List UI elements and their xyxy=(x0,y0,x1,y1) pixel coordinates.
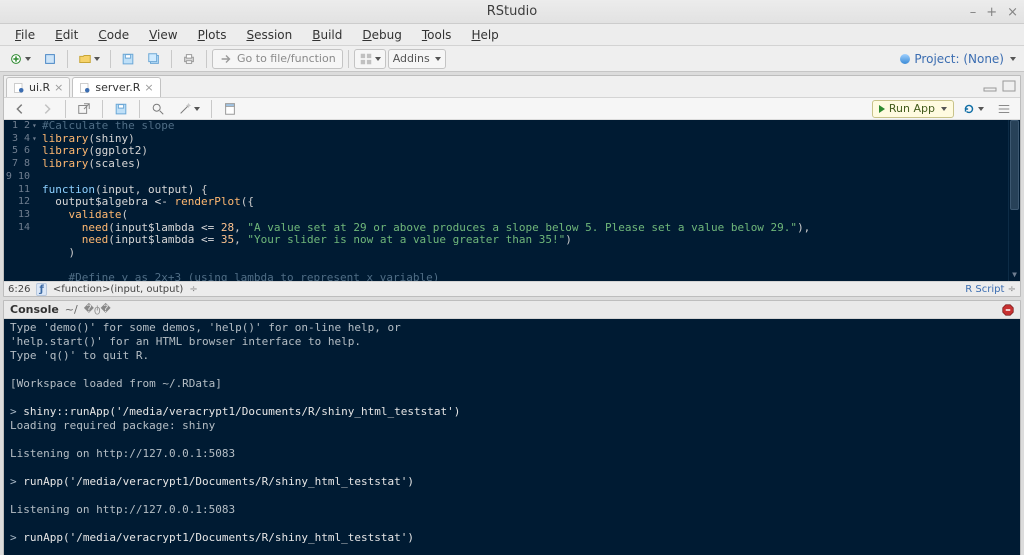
tab-ui-r[interactable]: ui.R × xyxy=(6,77,70,97)
pane-area: ui.R × server.R × xyxy=(0,72,1024,555)
console-stop-button[interactable] xyxy=(1002,304,1014,316)
source-toolbar: Run App xyxy=(4,98,1020,120)
scope-flag-icon: ƒ xyxy=(36,283,46,296)
window-controls: – + × xyxy=(970,0,1018,24)
menu-help[interactable]: Help xyxy=(462,25,507,45)
find-button[interactable] xyxy=(146,99,170,119)
menu-build[interactable]: Build xyxy=(303,25,351,45)
wand-icon xyxy=(178,102,192,116)
report-button[interactable] xyxy=(218,99,242,119)
console-pane: Console ~/ �ტ� Type 'demo()' for some de… xyxy=(3,300,1021,555)
new-file-button[interactable] xyxy=(4,49,36,69)
main-toolbar: Go to file/function Addins Project: (Non… xyxy=(0,46,1024,72)
print-button[interactable] xyxy=(177,49,201,69)
rfile-icon xyxy=(13,82,25,94)
rfile-icon xyxy=(79,82,91,94)
menu-edit[interactable]: Edit xyxy=(46,25,87,45)
popout-icon xyxy=(77,102,91,116)
scroll-thumb[interactable] xyxy=(1010,120,1019,210)
scope-label: <function>(input, output) xyxy=(53,284,183,295)
tab-server-r[interactable]: server.R × xyxy=(72,77,160,97)
grid-button[interactable] xyxy=(354,49,386,69)
goto-placeholder: Go to file/function xyxy=(237,52,336,65)
new-file-icon xyxy=(9,52,23,66)
new-project-button[interactable] xyxy=(38,49,62,69)
console-clear-icon[interactable]: �ტ� xyxy=(84,304,111,315)
grid-icon xyxy=(359,52,373,66)
wand-button[interactable] xyxy=(173,99,205,119)
menu-session[interactable]: Session xyxy=(237,25,301,45)
run-app-label: Run App xyxy=(889,102,935,115)
nav-fwd-button[interactable] xyxy=(35,99,59,119)
show-in-new-button[interactable] xyxy=(72,99,96,119)
menu-view[interactable]: View xyxy=(140,25,186,45)
open-file-button[interactable] xyxy=(73,49,105,69)
tab-close-icon[interactable]: × xyxy=(144,81,153,94)
floppy-all-icon xyxy=(147,52,161,66)
editor-scrollbar[interactable]: ▲ ▼ xyxy=(1008,120,1020,281)
stop-icon xyxy=(1002,304,1014,316)
scroll-down-icon[interactable]: ▼ xyxy=(1009,269,1020,281)
arrow-right-icon xyxy=(40,102,54,116)
console-title: Console xyxy=(10,303,59,316)
source-save-button[interactable] xyxy=(109,99,133,119)
minimize-icon[interactable]: – xyxy=(970,5,977,20)
menu-plots[interactable]: Plots xyxy=(189,25,236,45)
save-all-button[interactable] xyxy=(142,49,166,69)
addins-label: Addins xyxy=(393,52,430,65)
maximize-icon[interactable]: + xyxy=(986,5,997,20)
goto-file-function[interactable]: Go to file/function xyxy=(212,49,343,69)
notebook-icon xyxy=(223,102,237,116)
arrow-left-icon xyxy=(13,102,27,116)
pane-minimize-icon[interactable] xyxy=(983,80,997,95)
addins-button[interactable]: Addins xyxy=(388,49,446,69)
reload-app-button[interactable] xyxy=(957,99,989,119)
reload-icon xyxy=(962,102,976,116)
menu-debug[interactable]: Debug xyxy=(353,25,410,45)
titlebar: RStudio – + × xyxy=(0,0,1024,24)
menu-code[interactable]: Code xyxy=(89,25,138,45)
floppy-icon xyxy=(121,52,135,66)
goto-arrow-icon xyxy=(219,52,233,66)
console-output[interactable]: Type 'demo()' for some demos, 'help()' f… xyxy=(4,319,1020,555)
window-title: RStudio xyxy=(487,4,537,19)
run-app-button[interactable]: Run App xyxy=(872,100,954,118)
search-icon xyxy=(151,102,165,116)
play-icon xyxy=(879,105,885,113)
console-path: ~/ xyxy=(65,303,78,316)
tab-close-icon[interactable]: × xyxy=(54,81,63,94)
console-header: Console ~/ �ტ� xyxy=(4,301,1020,319)
tab-label: ui.R xyxy=(29,81,50,94)
outline-icon xyxy=(997,102,1011,116)
menubar: File Edit Code View Plots Session Build … xyxy=(0,24,1024,46)
close-icon[interactable]: × xyxy=(1007,5,1018,20)
code-editor[interactable]: 1 2 3 4 5 6 7 8 9 10 11 12 13 14 ▾ ▾ #Ca… xyxy=(4,120,1020,281)
floppy-icon xyxy=(114,102,128,116)
menu-file[interactable]: File xyxy=(6,25,44,45)
project-cube-icon xyxy=(43,52,57,66)
pane-maximize-icon[interactable] xyxy=(1002,80,1016,95)
cursor-position: 6:26 xyxy=(8,284,30,295)
menu-tools[interactable]: Tools xyxy=(413,25,461,45)
save-button[interactable] xyxy=(116,49,140,69)
project-dot-icon xyxy=(900,54,910,64)
nav-back-button[interactable] xyxy=(8,99,32,119)
project-label: Project: (None) xyxy=(914,52,1004,66)
tab-label: server.R xyxy=(95,81,140,94)
printer-icon xyxy=(182,52,196,66)
outline-button[interactable] xyxy=(992,99,1016,119)
folder-icon xyxy=(78,52,92,66)
source-statusbar: 6:26 ƒ <function>(input, output) ÷ R Scr… xyxy=(4,281,1020,296)
source-pane: ui.R × server.R × xyxy=(3,75,1021,297)
language-mode[interactable]: R Script xyxy=(965,284,1004,295)
source-tabbar: ui.R × server.R × xyxy=(4,76,1020,98)
project-indicator[interactable]: Project: (None) xyxy=(900,52,1020,66)
